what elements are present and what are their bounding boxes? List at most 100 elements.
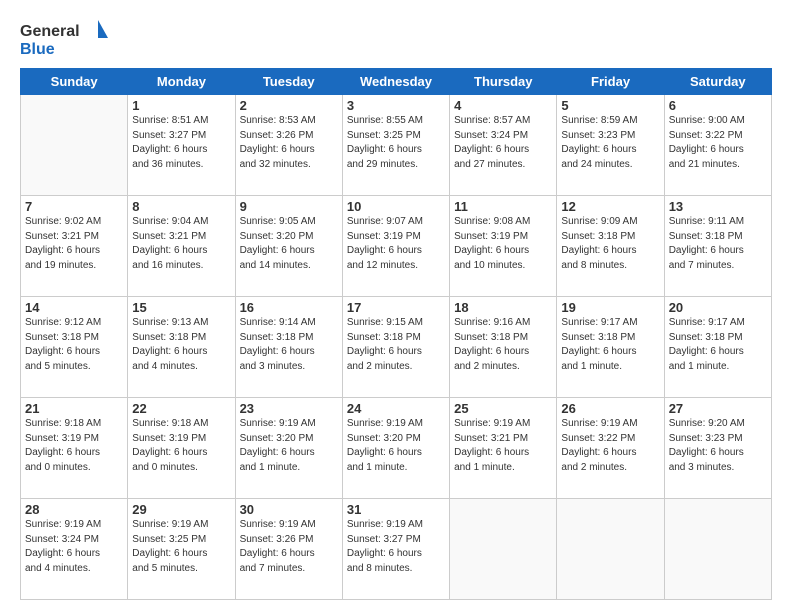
calendar-cell: 8Sunrise: 9:04 AM Sunset: 3:21 PM Daylig… — [128, 196, 235, 297]
calendar-table: SundayMondayTuesdayWednesdayThursdayFrid… — [20, 68, 772, 600]
day-number: 26 — [561, 401, 659, 416]
day-number: 18 — [454, 300, 552, 315]
day-number: 4 — [454, 98, 552, 113]
day-info: Sunrise: 9:08 AM Sunset: 3:19 PM Dayligh… — [454, 215, 552, 273]
day-number: 15 — [132, 300, 230, 315]
day-number: 11 — [454, 199, 552, 214]
day-info: Sunrise: 9:17 AM Sunset: 3:18 PM Dayligh… — [561, 316, 659, 374]
calendar-cell: 22Sunrise: 9:18 AM Sunset: 3:19 PM Dayli… — [128, 398, 235, 499]
day-info: Sunrise: 9:19 AM Sunset: 3:27 PM Dayligh… — [347, 518, 445, 576]
day-info: Sunrise: 9:04 AM Sunset: 3:21 PM Dayligh… — [132, 215, 230, 273]
header: General Blue — [20, 18, 772, 60]
weekday-header-tuesday: Tuesday — [235, 69, 342, 95]
day-info: Sunrise: 9:17 AM Sunset: 3:18 PM Dayligh… — [669, 316, 767, 374]
day-info: Sunrise: 8:59 AM Sunset: 3:23 PM Dayligh… — [561, 114, 659, 172]
day-number: 8 — [132, 199, 230, 214]
calendar-cell: 28Sunrise: 9:19 AM Sunset: 3:24 PM Dayli… — [21, 499, 128, 600]
calendar-cell: 20Sunrise: 9:17 AM Sunset: 3:18 PM Dayli… — [664, 297, 771, 398]
weekday-header-thursday: Thursday — [450, 69, 557, 95]
calendar-cell: 21Sunrise: 9:18 AM Sunset: 3:19 PM Dayli… — [21, 398, 128, 499]
calendar-cell: 27Sunrise: 9:20 AM Sunset: 3:23 PM Dayli… — [664, 398, 771, 499]
day-info: Sunrise: 8:53 AM Sunset: 3:26 PM Dayligh… — [240, 114, 338, 172]
day-info: Sunrise: 9:15 AM Sunset: 3:18 PM Dayligh… — [347, 316, 445, 374]
calendar-cell: 16Sunrise: 9:14 AM Sunset: 3:18 PM Dayli… — [235, 297, 342, 398]
calendar-cell — [664, 499, 771, 600]
calendar-cell: 15Sunrise: 9:13 AM Sunset: 3:18 PM Dayli… — [128, 297, 235, 398]
day-info: Sunrise: 9:16 AM Sunset: 3:18 PM Dayligh… — [454, 316, 552, 374]
calendar-cell: 17Sunrise: 9:15 AM Sunset: 3:18 PM Dayli… — [342, 297, 449, 398]
calendar-cell: 1Sunrise: 8:51 AM Sunset: 3:27 PM Daylig… — [128, 95, 235, 196]
day-number: 10 — [347, 199, 445, 214]
weekday-header-monday: Monday — [128, 69, 235, 95]
weekday-header-friday: Friday — [557, 69, 664, 95]
calendar-cell — [21, 95, 128, 196]
day-info: Sunrise: 9:07 AM Sunset: 3:19 PM Dayligh… — [347, 215, 445, 273]
day-number: 9 — [240, 199, 338, 214]
day-number: 1 — [132, 98, 230, 113]
day-info: Sunrise: 9:19 AM Sunset: 3:20 PM Dayligh… — [240, 417, 338, 475]
day-number: 30 — [240, 502, 338, 517]
day-info: Sunrise: 9:19 AM Sunset: 3:25 PM Dayligh… — [132, 518, 230, 576]
day-info: Sunrise: 9:05 AM Sunset: 3:20 PM Dayligh… — [240, 215, 338, 273]
day-info: Sunrise: 9:19 AM Sunset: 3:22 PM Dayligh… — [561, 417, 659, 475]
calendar-cell: 29Sunrise: 9:19 AM Sunset: 3:25 PM Dayli… — [128, 499, 235, 600]
calendar-cell: 14Sunrise: 9:12 AM Sunset: 3:18 PM Dayli… — [21, 297, 128, 398]
day-number: 25 — [454, 401, 552, 416]
calendar-cell: 31Sunrise: 9:19 AM Sunset: 3:27 PM Dayli… — [342, 499, 449, 600]
day-info: Sunrise: 9:09 AM Sunset: 3:18 PM Dayligh… — [561, 215, 659, 273]
day-number: 27 — [669, 401, 767, 416]
day-info: Sunrise: 9:00 AM Sunset: 3:22 PM Dayligh… — [669, 114, 767, 172]
calendar-cell: 24Sunrise: 9:19 AM Sunset: 3:20 PM Dayli… — [342, 398, 449, 499]
day-number: 19 — [561, 300, 659, 315]
day-info: Sunrise: 9:19 AM Sunset: 3:21 PM Dayligh… — [454, 417, 552, 475]
weekday-header-saturday: Saturday — [664, 69, 771, 95]
calendar-cell: 30Sunrise: 9:19 AM Sunset: 3:26 PM Dayli… — [235, 499, 342, 600]
calendar-cell: 9Sunrise: 9:05 AM Sunset: 3:20 PM Daylig… — [235, 196, 342, 297]
calendar-cell: 12Sunrise: 9:09 AM Sunset: 3:18 PM Dayli… — [557, 196, 664, 297]
calendar-cell: 19Sunrise: 9:17 AM Sunset: 3:18 PM Dayli… — [557, 297, 664, 398]
day-number: 12 — [561, 199, 659, 214]
day-info: Sunrise: 9:18 AM Sunset: 3:19 PM Dayligh… — [25, 417, 123, 475]
calendar-cell: 18Sunrise: 9:16 AM Sunset: 3:18 PM Dayli… — [450, 297, 557, 398]
day-number: 16 — [240, 300, 338, 315]
day-info: Sunrise: 9:13 AM Sunset: 3:18 PM Dayligh… — [132, 316, 230, 374]
day-info: Sunrise: 9:19 AM Sunset: 3:26 PM Dayligh… — [240, 518, 338, 576]
calendar-cell — [450, 499, 557, 600]
day-info: Sunrise: 8:57 AM Sunset: 3:24 PM Dayligh… — [454, 114, 552, 172]
calendar-cell: 6Sunrise: 9:00 AM Sunset: 3:22 PM Daylig… — [664, 95, 771, 196]
day-number: 6 — [669, 98, 767, 113]
day-info: Sunrise: 9:11 AM Sunset: 3:18 PM Dayligh… — [669, 215, 767, 273]
day-number: 28 — [25, 502, 123, 517]
calendar-cell: 3Sunrise: 8:55 AM Sunset: 3:25 PM Daylig… — [342, 95, 449, 196]
day-number: 7 — [25, 199, 123, 214]
calendar-cell — [557, 499, 664, 600]
calendar-cell: 7Sunrise: 9:02 AM Sunset: 3:21 PM Daylig… — [21, 196, 128, 297]
day-number: 17 — [347, 300, 445, 315]
day-info: Sunrise: 9:14 AM Sunset: 3:18 PM Dayligh… — [240, 316, 338, 374]
day-number: 21 — [25, 401, 123, 416]
day-number: 24 — [347, 401, 445, 416]
day-number: 31 — [347, 502, 445, 517]
weekday-header-sunday: Sunday — [21, 69, 128, 95]
calendar-cell: 11Sunrise: 9:08 AM Sunset: 3:19 PM Dayli… — [450, 196, 557, 297]
day-info: Sunrise: 9:20 AM Sunset: 3:23 PM Dayligh… — [669, 417, 767, 475]
calendar-cell: 2Sunrise: 8:53 AM Sunset: 3:26 PM Daylig… — [235, 95, 342, 196]
day-info: Sunrise: 9:19 AM Sunset: 3:24 PM Dayligh… — [25, 518, 123, 576]
day-info: Sunrise: 9:18 AM Sunset: 3:19 PM Dayligh… — [132, 417, 230, 475]
day-info: Sunrise: 9:19 AM Sunset: 3:20 PM Dayligh… — [347, 417, 445, 475]
day-info: Sunrise: 9:12 AM Sunset: 3:18 PM Dayligh… — [25, 316, 123, 374]
day-number: 29 — [132, 502, 230, 517]
day-number: 23 — [240, 401, 338, 416]
logo-svg: General Blue — [20, 18, 110, 60]
svg-text:Blue: Blue — [20, 41, 55, 58]
svg-text:General: General — [20, 23, 80, 40]
calendar-cell: 5Sunrise: 8:59 AM Sunset: 3:23 PM Daylig… — [557, 95, 664, 196]
day-number: 22 — [132, 401, 230, 416]
day-number: 3 — [347, 98, 445, 113]
day-number: 20 — [669, 300, 767, 315]
day-info: Sunrise: 8:55 AM Sunset: 3:25 PM Dayligh… — [347, 114, 445, 172]
calendar-cell: 25Sunrise: 9:19 AM Sunset: 3:21 PM Dayli… — [450, 398, 557, 499]
calendar-cell: 26Sunrise: 9:19 AM Sunset: 3:22 PM Dayli… — [557, 398, 664, 499]
day-number: 2 — [240, 98, 338, 113]
day-number: 5 — [561, 98, 659, 113]
